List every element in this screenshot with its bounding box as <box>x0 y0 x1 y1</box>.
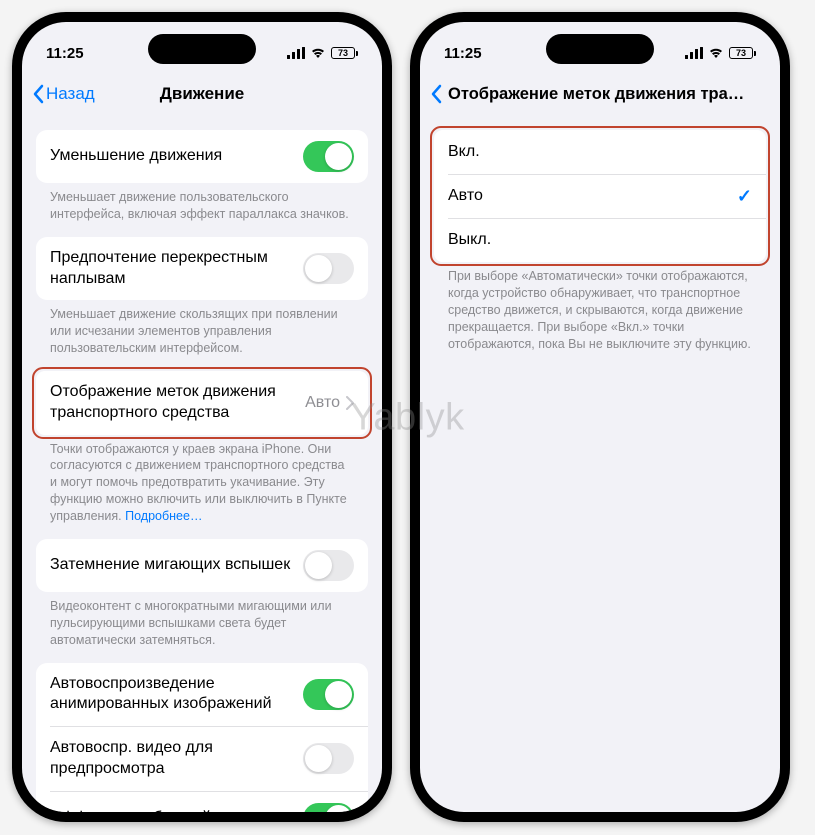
autoplay-anim-label: Автовоспроизведение анимированных изобра… <box>50 674 303 716</box>
option-off-row[interactable]: Выкл. <box>448 218 766 262</box>
phone-right: 11:25 73 Отображение меток движения тран… <box>410 12 790 822</box>
autoplay-video-label: Автовоспр. видео для предпросмотра <box>50 738 303 780</box>
option-off-label: Выкл. <box>448 230 752 251</box>
prefer-crossfade-toggle[interactable] <box>303 253 354 284</box>
phone-left: 11:25 73 Назад Движение Уменьшени <box>12 12 392 822</box>
back-button[interactable] <box>430 84 442 104</box>
dim-flashes-row[interactable]: Затемнение мигающих вспышек <box>36 539 368 592</box>
status-time: 11:25 <box>46 45 84 62</box>
reduce-motion-row[interactable]: Уменьшение движения <box>36 130 368 183</box>
dynamic-island <box>546 34 654 64</box>
prefer-crossfade-label: Предпочтение перекрестным наплывам <box>50 248 303 290</box>
wifi-icon <box>708 47 724 59</box>
option-on-label: Вкл. <box>448 142 752 163</box>
autoplay-video-toggle[interactable] <box>303 743 354 774</box>
cell-signal-icon <box>287 47 305 59</box>
reduce-motion-label: Уменьшение движения <box>50 146 303 167</box>
checkmark-icon: ✓ <box>737 186 752 207</box>
autoplay-video-row[interactable]: Автовоспр. видео для предпросмотра <box>50 726 368 791</box>
autoplay-anim-toggle[interactable] <box>303 679 354 710</box>
prefer-crossfade-row[interactable]: Предпочтение перекрестным наплывам <box>36 237 368 301</box>
options-highlight: Вкл. Авто ✓ Выкл. <box>430 126 770 266</box>
reduce-motion-footer: Уменьшает движение пользовательского инт… <box>36 183 368 223</box>
dim-flashes-toggle[interactable] <box>303 550 354 581</box>
nav-bar: Отображение меток движения транспор… <box>420 72 780 116</box>
back-button[interactable]: Назад <box>32 84 95 104</box>
cell-signal-icon <box>685 47 703 59</box>
page-title: Отображение меток движения транспор… <box>448 85 748 104</box>
vehicle-cues-footer: Точки отображаются у краев экрана iPhone… <box>36 435 368 525</box>
vehicle-cues-value: Авто <box>305 394 340 412</box>
autoplay-anim-row[interactable]: Автовоспроизведение анимированных изобра… <box>36 663 368 727</box>
vehicle-cues-label: Отображение меток движения транспортного… <box>50 382 305 424</box>
vehicle-cues-row[interactable]: Отображение меток движения транспортного… <box>36 371 368 435</box>
options-footer: При выборе «Автоматически» точки отображ… <box>434 262 766 352</box>
dim-flashes-label: Затемнение мигающих вспышек <box>50 555 303 576</box>
option-auto-label: Авто <box>448 186 737 207</box>
battery-icon: 73 <box>729 47 756 59</box>
chevron-right-icon <box>346 396 354 410</box>
dynamic-island <box>148 34 256 64</box>
status-time: 11:25 <box>444 45 482 62</box>
option-on-row[interactable]: Вкл. <box>434 130 766 174</box>
chevron-back-icon <box>32 84 44 104</box>
message-effects-toggle[interactable] <box>303 803 354 812</box>
option-auto-row[interactable]: Авто ✓ <box>448 174 766 218</box>
message-effects-row[interactable]: Эффекты сообщений <box>50 791 368 812</box>
message-effects-label: Эффекты сообщений <box>50 808 303 812</box>
dim-flashes-footer: Видеоконтент с многократными мигающими и… <box>36 592 368 649</box>
vehicle-cues-highlight: Отображение меток движения транспортного… <box>32 367 372 439</box>
reduce-motion-toggle[interactable] <box>303 141 354 172</box>
battery-icon: 73 <box>331 47 358 59</box>
chevron-back-icon <box>430 84 442 104</box>
wifi-icon <box>310 47 326 59</box>
learn-more-link[interactable]: Подробнее… <box>125 509 202 523</box>
nav-bar: Назад Движение <box>22 72 382 116</box>
prefer-crossfade-footer: Уменьшает движение скользящих при появле… <box>36 300 368 357</box>
